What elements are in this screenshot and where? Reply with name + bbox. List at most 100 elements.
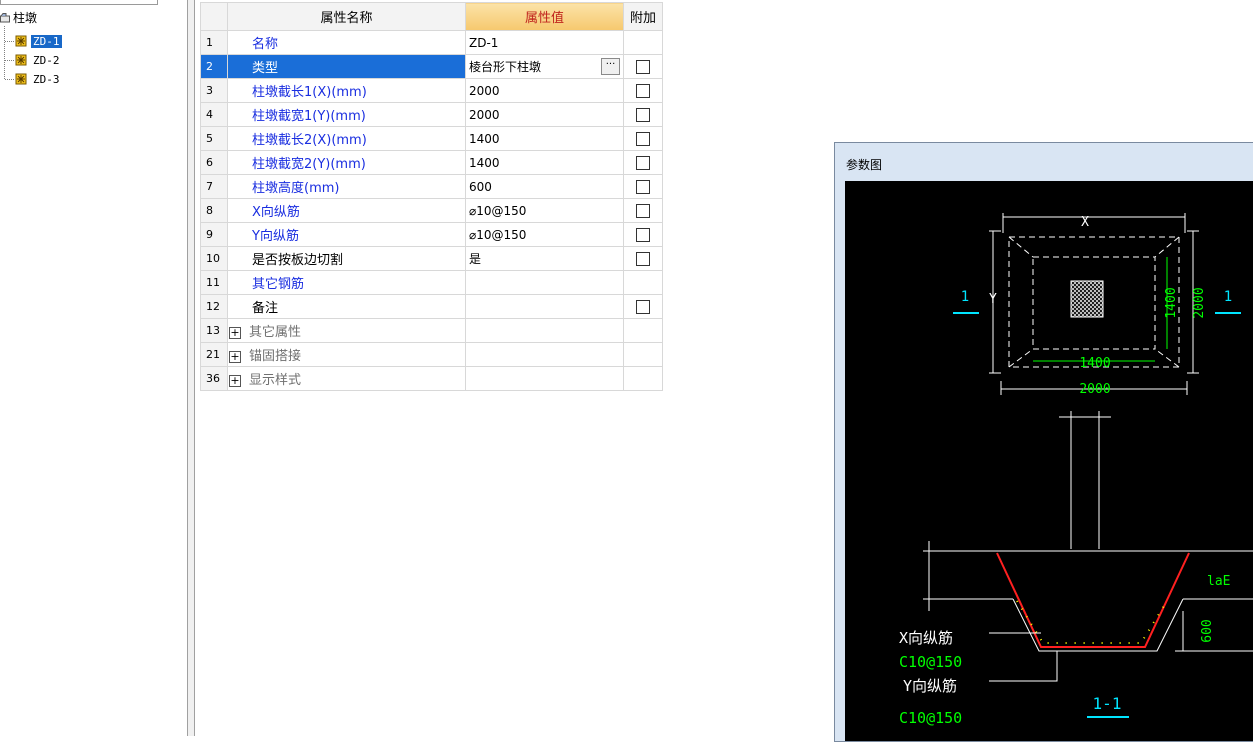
table-row[interactable]: 3 柱墩截长1(X)(mm) 2000 — [200, 78, 663, 103]
row-number: 5 — [200, 126, 228, 151]
property-value-cell[interactable]: 棱台形下柱墩 ··· — [465, 54, 624, 79]
expand-icon[interactable]: + — [229, 326, 241, 339]
property-value[interactable]: ZD-1 — [465, 30, 624, 55]
ellipsis-button[interactable]: ··· — [601, 58, 620, 75]
tree-item-zd-3[interactable]: ZD-3 — [15, 71, 62, 87]
dim-1400-vertical: 1400 — [1164, 287, 1179, 318]
table-row[interactable]: 12 备注 — [200, 294, 663, 319]
group-label: 显示样式 — [249, 373, 302, 388]
grid-corner — [200, 2, 228, 31]
group-header[interactable]: + 显示样式 — [227, 366, 466, 391]
table-row[interactable]: 4 柱墩截宽1(Y)(mm) 2000 — [200, 102, 663, 127]
property-name[interactable]: 柱墩截长1(X)(mm) — [227, 78, 466, 103]
label-y: Y — [989, 292, 997, 307]
header-property-value[interactable]: 属性值 — [465, 2, 624, 31]
table-row[interactable]: 10 是否按板边切割 是 — [200, 246, 663, 271]
property-name[interactable]: 柱墩截宽1(Y)(mm) — [227, 102, 466, 127]
extra-checkbox[interactable] — [636, 107, 650, 122]
tree-root-zhudun[interactable]: 柱墩 — [0, 10, 37, 26]
extra-checkbox[interactable] — [636, 203, 650, 218]
table-row[interactable]: 8 X向纵筋 ⌀10@150 — [200, 198, 663, 223]
property-name[interactable]: 柱墩高度(mm) — [227, 174, 466, 199]
property-name[interactable]: 柱墩截宽2(Y)(mm) — [227, 150, 466, 175]
property-value[interactable] — [465, 270, 624, 295]
property-value[interactable]: ⌀10@150 — [465, 198, 624, 223]
extra-cell — [623, 366, 663, 391]
tree-connector — [5, 41, 14, 42]
extra-checkbox-cell — [623, 222, 663, 247]
group-row-other-properties[interactable]: 13 + 其它属性 — [200, 318, 663, 343]
extra-checkbox[interactable] — [636, 83, 650, 98]
extra-checkbox[interactable] — [636, 59, 650, 74]
table-row[interactable]: 9 Y向纵筋 ⌀10@150 — [200, 222, 663, 247]
tree-item-zd-2[interactable]: ZD-2 — [15, 52, 62, 68]
extra-checkbox-cell — [623, 174, 663, 199]
extra-checkbox[interactable] — [636, 251, 650, 266]
property-value[interactable]: ⌀10@150 — [465, 222, 624, 247]
property-name[interactable]: 柱墩截长2(X)(mm) — [227, 126, 466, 151]
group-row-anchorage[interactable]: 21 + 锚固搭接 — [200, 342, 663, 367]
parameter-diagram-window: 参数图 X Y 1400 2000 1400 2000 1 1 laE 600 … — [834, 142, 1253, 742]
extra-cell — [623, 318, 663, 343]
table-row[interactable]: 1 名称 ZD-1 — [200, 30, 663, 55]
table-row[interactable]: 11 其它钢筋 — [200, 270, 663, 295]
row-number: 7 — [200, 174, 228, 199]
extra-checkbox-cell — [623, 102, 663, 127]
extra-checkbox-cell — [623, 78, 663, 103]
group-label: 其它属性 — [249, 325, 302, 340]
property-value[interactable]: 2000 — [465, 78, 624, 103]
expand-icon[interactable]: + — [229, 350, 241, 363]
panel-splitter[interactable] — [187, 0, 195, 736]
table-row[interactable]: 5 柱墩截长2(X)(mm) 1400 — [200, 126, 663, 151]
table-row[interactable]: 7 柱墩高度(mm) 600 — [200, 174, 663, 199]
section-view — [923, 411, 1253, 652]
dim-2000-vertical: 2000 — [1192, 287, 1207, 318]
row-number: 1 — [200, 30, 228, 55]
property-value[interactable] — [465, 294, 624, 319]
extra-checkbox[interactable] — [636, 179, 650, 194]
group-header[interactable]: + 其它属性 — [227, 318, 466, 343]
property-value[interactable]: 1400 — [465, 150, 624, 175]
label-x-rebar-spec: C10@150 — [899, 653, 962, 671]
property-name[interactable]: 是否按板边切割 — [227, 246, 466, 271]
property-value[interactable]: 2000 — [465, 102, 624, 127]
tree-item-zd-1[interactable]: ZD-1 — [15, 33, 62, 49]
extra-checkbox[interactable] — [636, 131, 650, 146]
group-header[interactable]: + 锚固搭接 — [227, 342, 466, 367]
tree-connector — [4, 26, 5, 79]
property-value — [465, 342, 624, 367]
property-value: 棱台形下柱墩 — [469, 60, 542, 74]
table-row-selected[interactable]: 2 类型 棱台形下柱墩 ··· — [200, 54, 663, 79]
extra-checkbox-cell — [623, 246, 663, 271]
row-number: 12 — [200, 294, 228, 319]
property-value[interactable]: 1400 — [465, 126, 624, 151]
label-y-rebar: Y向纵筋 — [903, 677, 957, 695]
extra-checkbox[interactable] — [636, 155, 650, 170]
header-property-name[interactable]: 属性名称 — [227, 2, 466, 31]
property-name[interactable]: 其它钢筋 — [227, 270, 466, 295]
extra-checkbox-cell — [623, 294, 663, 319]
property-name[interactable]: Y向纵筋 — [227, 222, 466, 247]
table-row[interactable]: 6 柱墩截宽2(Y)(mm) 1400 — [200, 150, 663, 175]
row-number: 9 — [200, 222, 228, 247]
property-value — [465, 366, 624, 391]
property-name[interactable]: 备注 — [227, 294, 466, 319]
extra-checkbox-cell — [623, 126, 663, 151]
property-name[interactable]: X向纵筋 — [227, 198, 466, 223]
tree-item-label: ZD-2 — [33, 54, 60, 67]
expand-icon[interactable]: + — [229, 374, 241, 387]
property-value[interactable]: 600 — [465, 174, 624, 199]
extra-cell — [623, 30, 663, 55]
property-name[interactable]: 名称 — [227, 30, 466, 55]
extra-checkbox[interactable] — [636, 227, 650, 242]
callout-leaders — [989, 632, 1058, 682]
property-value[interactable]: 是 — [465, 246, 624, 271]
tree-connector — [5, 60, 14, 61]
property-name[interactable]: 类型 — [227, 54, 466, 79]
group-row-display-style[interactable]: 36 + 显示样式 — [200, 366, 663, 391]
header-extra[interactable]: 附加 — [623, 2, 663, 31]
label-x-rebar: X向纵筋 — [899, 629, 953, 647]
extra-checkbox[interactable] — [636, 299, 650, 314]
row-number: 11 — [200, 270, 228, 295]
row-number: 3 — [200, 78, 228, 103]
